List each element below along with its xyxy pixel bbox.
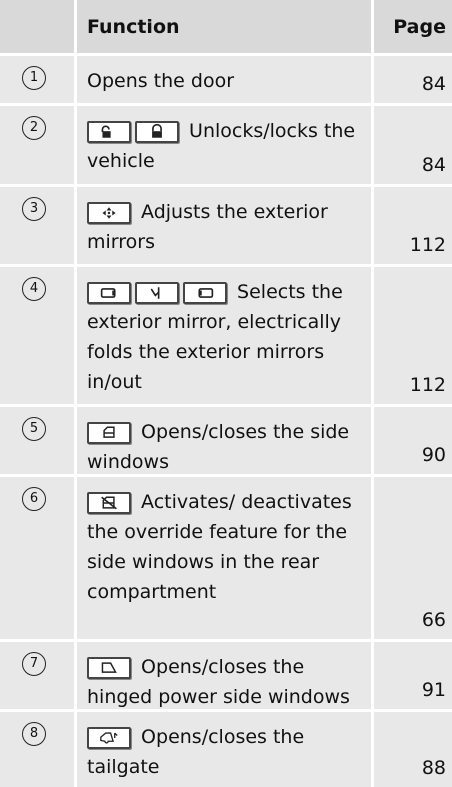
page-header: Page xyxy=(393,16,446,38)
side-window-icon xyxy=(87,422,131,444)
unlock-icon xyxy=(87,121,131,143)
row-page: 66 xyxy=(421,609,446,631)
table-header: Function Page xyxy=(0,0,452,53)
row-page: 88 xyxy=(421,757,446,779)
table-row: 1 Opens the door 84 xyxy=(0,56,452,103)
table-row: 4 Selects the exterior mirror, electrica… xyxy=(0,267,452,404)
row-description: Unlocks/locks the vehicle xyxy=(87,120,356,172)
mirror-adjust-icon xyxy=(87,202,131,224)
tailgate-icon xyxy=(87,727,131,749)
row-number: 1 xyxy=(22,66,46,90)
table-row: 6 Activates/ deactivates the override fe… xyxy=(0,477,452,639)
function-header: Function xyxy=(87,16,180,38)
row-page: 112 xyxy=(409,374,446,396)
window-override-icon xyxy=(87,492,131,514)
mirror-fold-icon xyxy=(135,282,179,304)
table-row: 2 Unlocks/locks the vehicle 84 xyxy=(0,106,452,184)
row-description: Adjusts the exterior mirrors xyxy=(87,201,328,253)
row-number: 3 xyxy=(22,197,46,221)
row-description: Activates/ deactivates the override feat… xyxy=(87,491,352,603)
row-page: 91 xyxy=(421,679,446,701)
table-row: 7 Opens/closes the hinged power side win… xyxy=(0,642,452,709)
row-number: 7 xyxy=(22,652,46,676)
row-description: Opens/closes the side windows xyxy=(87,421,350,473)
row-page: 84 xyxy=(421,73,446,95)
row-number: 2 xyxy=(22,116,46,140)
row-number: 6 xyxy=(22,487,46,511)
row-description: Opens/closes the hinged power side windo… xyxy=(87,656,350,708)
table-row: 8 Opens/closes the tailgate 88 xyxy=(0,712,452,787)
row-page: 84 xyxy=(421,154,446,176)
table-row: 3 Adjusts the exterior mirrors 112 xyxy=(0,187,452,264)
row-number: 8 xyxy=(22,722,46,746)
row-description: Opens the door xyxy=(87,70,235,92)
row-page: 112 xyxy=(409,234,446,256)
row-description: Selects the exterior mirror, electricall… xyxy=(87,281,343,393)
table-row: 5 Opens/closes the side windows 90 xyxy=(0,407,452,474)
hinged-window-icon xyxy=(87,657,131,679)
row-number: 5 xyxy=(22,417,46,441)
row-page: 90 xyxy=(421,444,446,466)
lock-icon xyxy=(135,121,179,143)
left-mirror-icon xyxy=(87,282,131,304)
row-number: 4 xyxy=(22,277,46,301)
right-mirror-icon xyxy=(183,282,227,304)
row-description: Opens/closes the tailgate xyxy=(87,726,305,778)
